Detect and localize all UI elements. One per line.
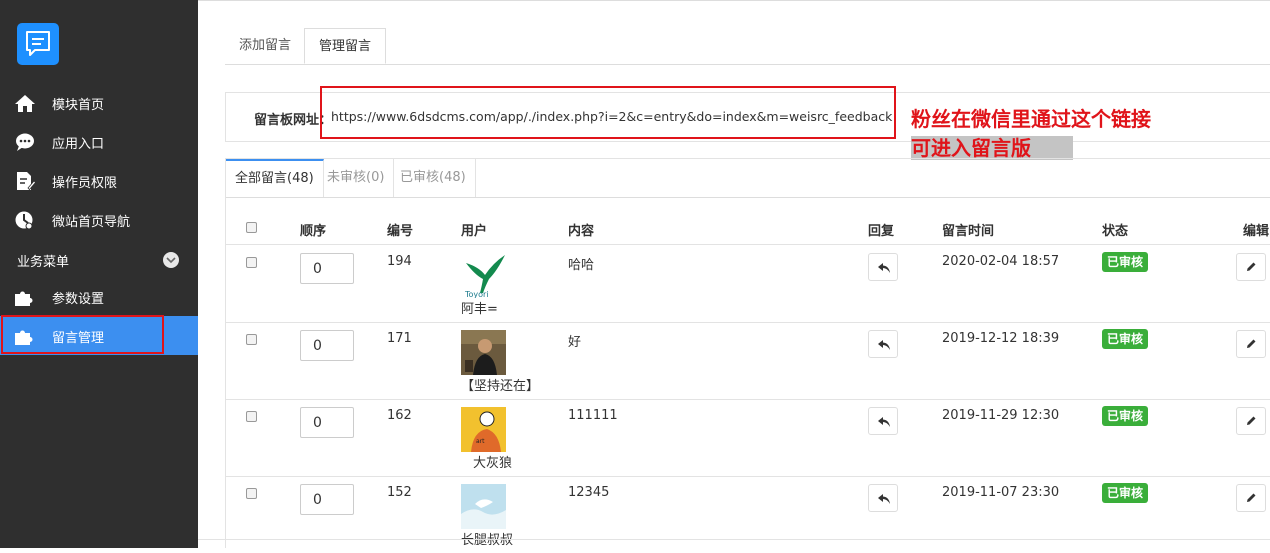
svg-text:art: art xyxy=(476,438,485,445)
puzzle-icon xyxy=(14,326,36,346)
message-time: 2019-11-29 12:30 xyxy=(942,408,1060,423)
header-time: 留言时间 xyxy=(942,224,995,239)
sidebar: 模块首页 应用入口 操作员权限 微站首页导航 业务菜单 参数设置 留言管理 xyxy=(0,0,198,548)
header-user: 用户 xyxy=(461,224,488,239)
divider xyxy=(198,0,1270,1)
message-id: 194 xyxy=(387,254,412,269)
tab-reviewed[interactable]: 已审核(48) xyxy=(391,159,476,197)
header-content: 内容 xyxy=(568,224,595,239)
user-avatar xyxy=(461,330,506,375)
order-input[interactable] xyxy=(300,330,354,361)
sidebar-item-operator-permissions[interactable]: 操作员权限 xyxy=(0,161,198,200)
reply-button[interactable] xyxy=(868,407,898,435)
reply-button[interactable] xyxy=(868,330,898,358)
header-id: 编号 xyxy=(387,224,414,239)
page-tabs: 添加留言 管理留言 xyxy=(225,28,1270,65)
order-input[interactable] xyxy=(300,253,354,284)
message-time: 2019-11-07 23:30 xyxy=(942,485,1060,500)
user-avatar: Toyori xyxy=(461,253,506,298)
reply-button[interactable] xyxy=(868,484,898,512)
user-name: 长腿叔叔 xyxy=(461,533,514,548)
sidebar-item-site-nav[interactable]: 微站首页导航 xyxy=(0,200,198,239)
edit-button[interactable] xyxy=(1236,330,1266,358)
tab-all-messages[interactable]: 全部留言(48) xyxy=(226,159,324,197)
header-order: 顺序 xyxy=(300,224,327,239)
order-input[interactable] xyxy=(300,484,354,515)
user-name: 大灰狼 xyxy=(473,456,513,471)
table-row: 171 【坚持还在】 好 2019-12-12 18:39 已审核 xyxy=(226,322,1270,400)
tab-manage-messages[interactable]: 管理留言 xyxy=(304,28,387,64)
status-badge: 已审核 xyxy=(1102,483,1149,503)
puzzle-icon xyxy=(14,287,36,307)
message-list-panel: 全部留言(48) 未审核(0) 已审核(48) 顺序 编号 用户 内容 回复 留… xyxy=(225,158,1270,548)
sidebar-item-label: 操作员权限 xyxy=(52,176,118,191)
message-id: 152 xyxy=(387,485,412,500)
message-content: 哈哈 xyxy=(568,258,595,273)
row-checkbox[interactable] xyxy=(246,488,257,499)
row-checkbox[interactable] xyxy=(246,334,257,345)
edit-button[interactable] xyxy=(1236,407,1266,435)
sidebar-item-app-entry[interactable]: 应用入口 xyxy=(0,122,198,161)
svg-text:Toyori: Toyori xyxy=(464,290,489,298)
edit-doc-icon xyxy=(14,171,37,191)
sidebar-item-settings[interactable]: 参数设置 xyxy=(0,277,198,316)
sidebar-item-label: 应用入口 xyxy=(52,137,105,152)
user-name: 阿丰= xyxy=(461,302,498,317)
status-badge: 已审核 xyxy=(1102,406,1149,426)
edit-button[interactable] xyxy=(1236,253,1266,281)
order-input[interactable] xyxy=(300,407,354,438)
status-badge: 已审核 xyxy=(1102,329,1149,349)
app-logo xyxy=(17,23,59,65)
chat-icon xyxy=(14,132,36,152)
edit-button[interactable] xyxy=(1236,484,1266,512)
table-row: 152 长腿叔叔 12345 2019-11-07 23:30 已审核 xyxy=(226,476,1270,553)
message-content: 好 xyxy=(568,335,582,350)
sidebar-item-module-home[interactable]: 模块首页 xyxy=(0,83,198,122)
table-row: 162 art 大灰狼 111111 2019-11-29 12:30 已审核 xyxy=(226,399,1270,477)
header-reply: 回复 xyxy=(868,224,895,239)
table-row: 194 Toyori 阿丰= 哈哈 2020-02-04 18:57 已审核 xyxy=(226,245,1270,323)
message-id: 162 xyxy=(387,408,412,423)
filter-tabs: 全部留言(48) 未审核(0) 已审核(48) xyxy=(226,159,1270,198)
header-status: 状态 xyxy=(1102,224,1129,239)
section-label-business-menu: 业务菜单 xyxy=(17,255,70,270)
sidebar-item-message-management[interactable]: 留言管理 xyxy=(0,315,198,355)
user-avatar: art xyxy=(461,407,506,452)
chevron-down-icon[interactable] xyxy=(163,252,179,268)
annotation-text-line2: 可进入留言版 xyxy=(911,136,1073,160)
sidebar-item-label: 参数设置 xyxy=(52,292,105,307)
sidebar-item-label: 微站首页导航 xyxy=(52,215,131,230)
clock-icon xyxy=(14,210,36,230)
tab-unreviewed[interactable]: 未审核(0) xyxy=(318,159,395,197)
row-checkbox[interactable] xyxy=(246,257,257,268)
message-content: 111111 xyxy=(568,408,618,423)
status-badge: 已审核 xyxy=(1102,252,1149,272)
tab-add-message[interactable]: 添加留言 xyxy=(225,28,305,64)
user-avatar xyxy=(461,484,506,529)
message-time: 2020-02-04 18:57 xyxy=(942,254,1060,269)
annotation-text-line1: 粉丝在微信里通过这个链接 xyxy=(911,107,1151,131)
sidebar-item-label: 留言管理 xyxy=(52,331,105,346)
user-name: 【坚持还在】 xyxy=(461,379,540,394)
message-time: 2019-12-12 18:39 xyxy=(942,331,1060,346)
message-content: 12345 xyxy=(568,485,610,500)
home-icon xyxy=(14,93,36,113)
sidebar-item-label: 模块首页 xyxy=(52,98,105,113)
message-id: 171 xyxy=(387,331,412,346)
reply-button[interactable] xyxy=(868,253,898,281)
header-edit: 编辑 xyxy=(1243,224,1270,239)
row-checkbox[interactable] xyxy=(246,411,257,422)
url-highlight-box xyxy=(320,86,896,139)
